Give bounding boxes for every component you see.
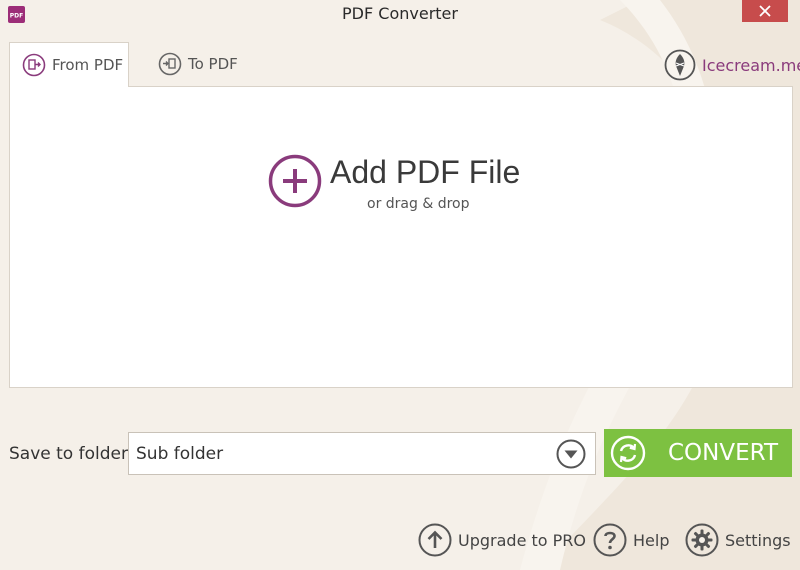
tab-from-pdf[interactable]: From PDF: [9, 42, 129, 87]
settings-button[interactable]: Settings: [685, 522, 791, 558]
add-pdf-title: Add PDF File: [330, 154, 521, 190]
save-folder-select[interactable]: Sub folder: [128, 432, 596, 475]
close-button[interactable]: [742, 0, 788, 22]
chevron-down-icon[interactable]: [556, 439, 586, 469]
close-icon: [759, 5, 771, 17]
tab-label: From PDF: [52, 56, 124, 74]
tab-to-pdf[interactable]: To PDF: [146, 42, 256, 86]
arrow-up-icon: [418, 523, 452, 557]
upgrade-label: Upgrade to PRO: [458, 530, 586, 550]
settings-label: Settings: [725, 530, 791, 550]
question-icon: [593, 523, 627, 557]
to-pdf-icon: [158, 52, 182, 76]
upgrade-button[interactable]: Upgrade to PRO: [418, 522, 586, 558]
convert-button[interactable]: CONVERT: [604, 429, 792, 477]
add-pdf-button[interactable]: Add PDF File or drag & drop: [268, 154, 548, 224]
tab-label: To PDF: [188, 55, 238, 73]
title-bar: PDF PDF Converter: [0, 0, 800, 28]
gear-icon: [685, 523, 719, 557]
from-pdf-icon: [22, 53, 46, 77]
help-label: Help: [633, 530, 670, 550]
window-title: PDF Converter: [342, 4, 458, 23]
icecream-link[interactable]: Icecream.me: [664, 48, 800, 82]
refresh-icon: [610, 435, 646, 471]
icecream-icon: [664, 49, 696, 81]
brand-label: Icecream.me: [702, 55, 800, 75]
folder-value: Sub folder: [136, 444, 224, 464]
convert-label: CONVERT: [668, 440, 778, 466]
drag-drop-hint: or drag & drop: [367, 196, 470, 212]
add-circle-icon: [268, 154, 322, 208]
help-button[interactable]: Help: [593, 522, 669, 558]
save-folder-label: Save to folder:: [9, 444, 134, 464]
drop-panel[interactable]: [9, 86, 793, 388]
